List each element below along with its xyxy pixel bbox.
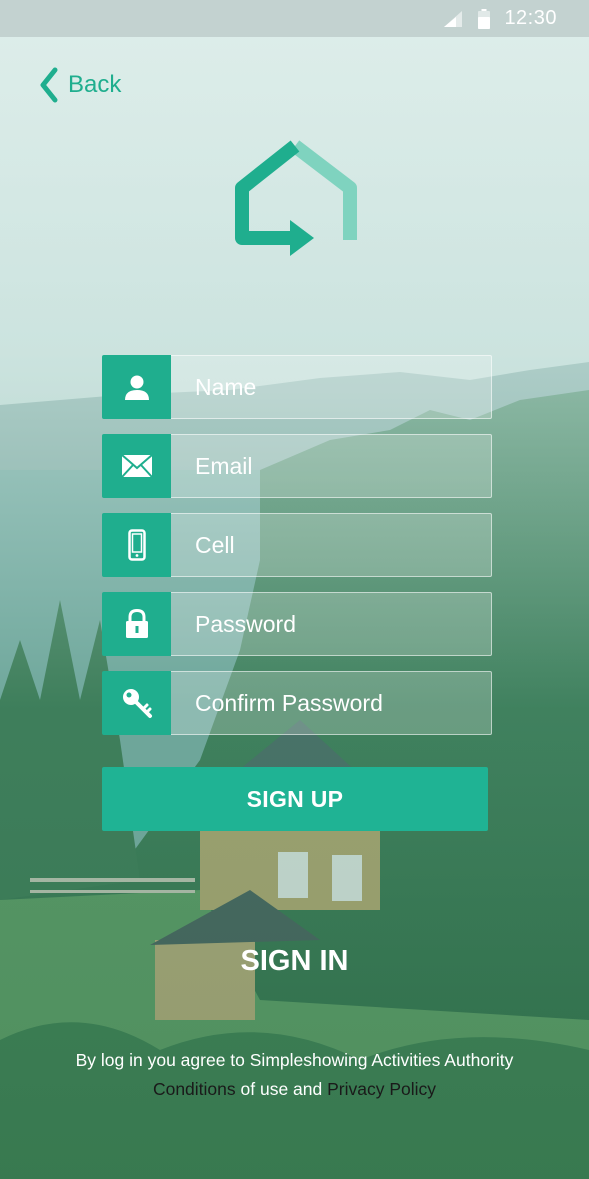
cell-field [102, 513, 492, 577]
user-icon [124, 375, 149, 400]
sign-up-button[interactable]: SIGN UP [102, 767, 488, 831]
legal-of-use-text: of use and [235, 1079, 328, 1099]
password-input[interactable] [171, 592, 492, 656]
conditions-link[interactable]: Conditions [153, 1079, 236, 1099]
field-icon-box [102, 355, 171, 419]
legal-line-2: Conditions of use and Privacy Policy [0, 1075, 589, 1104]
app-logo [235, 140, 357, 256]
legal-line-1: By log in you agree to Simpleshowing Act… [75, 1050, 514, 1070]
status-bar: 12:30 [0, 0, 589, 37]
signup-form [102, 355, 492, 750]
field-icon-box [102, 671, 171, 735]
envelope-icon [120, 454, 153, 478]
back-button[interactable]: Back [38, 66, 121, 104]
chevron-left-icon [40, 67, 58, 103]
confirm-password-field [102, 671, 492, 735]
lock-icon [125, 609, 148, 638]
field-icon-box [102, 592, 171, 656]
password-field [102, 592, 492, 656]
name-input[interactable] [171, 355, 492, 419]
email-input[interactable] [171, 434, 492, 498]
name-field [102, 355, 492, 419]
sign-in-link[interactable]: SIGN IN [0, 945, 589, 978]
battery-icon [478, 8, 491, 29]
legal-text: By log in you agree to Simpleshowing Act… [0, 1046, 589, 1104]
privacy-policy-link[interactable]: Privacy Policy [327, 1079, 436, 1099]
status-time: 12:30 [504, 7, 557, 29]
cell-input[interactable] [171, 513, 492, 577]
email-field [102, 434, 492, 498]
field-icon-box [102, 513, 171, 577]
phone-icon [127, 529, 146, 561]
key-icon [122, 689, 152, 718]
signal-icon [444, 10, 463, 27]
back-label: Back [68, 71, 122, 98]
field-icon-box [102, 434, 171, 498]
confirm-password-input[interactable] [171, 671, 492, 735]
